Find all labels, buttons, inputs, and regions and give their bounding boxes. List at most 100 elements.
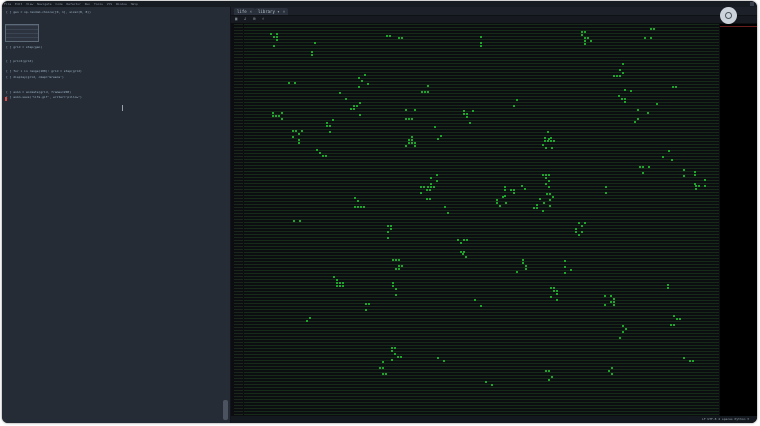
close-icon[interactable]: × <box>283 9 285 14</box>
live-cell <box>552 196 554 198</box>
live-cell <box>683 357 685 359</box>
wrap-icon[interactable]: ↲ <box>244 17 248 21</box>
console-line: [ ] display(grid, cmap='Greens') <box>6 75 64 79</box>
menu-help[interactable]: Help <box>131 2 138 6</box>
live-cell <box>551 376 553 378</box>
live-cell <box>414 145 416 147</box>
close-icon[interactable]: × <box>250 9 252 14</box>
live-cell <box>542 210 544 212</box>
search-icon[interactable]: ⌕ <box>262 17 266 21</box>
live-cell <box>466 239 468 241</box>
menu-edit[interactable]: Edit <box>15 2 22 6</box>
menu-view[interactable]: View <box>26 2 33 6</box>
save-icon[interactable]: ▣ <box>235 17 239 21</box>
live-cell <box>584 40 586 42</box>
live-cell <box>581 231 583 233</box>
live-cell <box>292 130 294 132</box>
live-cell <box>354 197 356 199</box>
live-cell <box>692 360 694 362</box>
console-line: [ ] anim.save('life.gif', writer='pillow… <box>6 95 82 99</box>
live-cell <box>550 137 552 139</box>
status-bar: LF UTF-8 4 spaces Python 3 <box>231 416 757 423</box>
life-grid <box>244 24 719 421</box>
menu-vcs[interactable]: VCS <box>107 2 112 6</box>
tab-life[interactable]: life × <box>234 8 256 15</box>
live-cell <box>525 268 527 270</box>
live-cell <box>395 288 397 290</box>
live-cell <box>270 33 272 35</box>
live-cell <box>414 142 416 144</box>
live-cell <box>522 259 524 261</box>
live-cell <box>545 370 547 372</box>
live-cell <box>553 287 555 289</box>
live-cell <box>405 145 407 147</box>
console-line: [ ] for i in range(100): grid = step(gri… <box>6 69 82 73</box>
menu-window[interactable]: Window <box>116 2 127 6</box>
live-cell <box>556 290 558 292</box>
live-cell <box>581 34 583 36</box>
live-cell <box>392 259 394 261</box>
console-line: [ ] gen = np.random.choice([0, 1], size=… <box>6 10 91 14</box>
live-cell <box>578 222 580 224</box>
menu-file[interactable]: File <box>4 2 11 6</box>
live-cell <box>689 360 691 362</box>
live-cell <box>504 195 506 197</box>
tab-library[interactable]: library ▾ × <box>255 8 289 15</box>
live-cell <box>513 192 515 194</box>
output-table <box>5 24 39 42</box>
live-cell <box>694 183 696 185</box>
live-cell <box>398 265 400 267</box>
menu-run[interactable]: Run <box>85 2 90 6</box>
text-cursor-icon <box>122 105 123 111</box>
console-pane[interactable]: [ ] gen = np.random.choice([0, 1], size=… <box>2 7 231 423</box>
live-cell <box>387 225 389 227</box>
live-cell <box>545 147 547 149</box>
live-cell <box>447 212 449 214</box>
live-cell <box>480 42 482 44</box>
live-cell <box>411 139 413 141</box>
live-cell <box>444 206 446 208</box>
menu-refactor[interactable]: Refactor <box>66 2 80 6</box>
live-cell <box>683 169 685 171</box>
live-cell <box>590 40 592 42</box>
live-cell <box>610 295 612 297</box>
filter-icon[interactable]: ⊞ <box>253 17 257 21</box>
live-cell <box>613 304 615 306</box>
live-cell <box>480 36 482 38</box>
live-cell <box>434 126 436 128</box>
menu-tools[interactable]: Tools <box>94 2 103 6</box>
live-cell <box>329 125 331 127</box>
live-cell <box>433 186 435 188</box>
live-cell <box>546 193 548 195</box>
live-cell <box>276 39 278 41</box>
live-cell <box>605 192 607 194</box>
console-scrollbar[interactable] <box>223 400 228 420</box>
live-cell <box>496 199 498 201</box>
live-cell <box>679 318 681 320</box>
live-cell <box>466 116 468 118</box>
live-cell <box>357 200 359 202</box>
menu-code[interactable]: Code <box>55 2 62 6</box>
live-cell <box>474 299 476 301</box>
live-cell <box>480 305 482 307</box>
live-cell <box>536 207 538 209</box>
menu-navigate[interactable]: Navigate <box>37 2 51 6</box>
live-cell <box>619 69 621 71</box>
live-cell <box>570 269 572 271</box>
live-cell <box>326 125 328 127</box>
live-cell <box>359 102 361 104</box>
live-cell <box>299 220 301 222</box>
live-cell <box>386 35 388 37</box>
avatar[interactable] <box>720 7 737 24</box>
live-cell <box>673 324 675 326</box>
window-close-button[interactable] <box>750 2 754 6</box>
live-cell <box>395 259 397 261</box>
live-cell <box>387 237 389 239</box>
live-cell <box>676 318 678 320</box>
live-cell <box>339 282 341 284</box>
live-cell <box>430 183 432 185</box>
live-cell <box>543 202 545 204</box>
live-cell <box>604 295 606 297</box>
live-cell <box>491 384 493 386</box>
live-cell <box>342 285 344 287</box>
